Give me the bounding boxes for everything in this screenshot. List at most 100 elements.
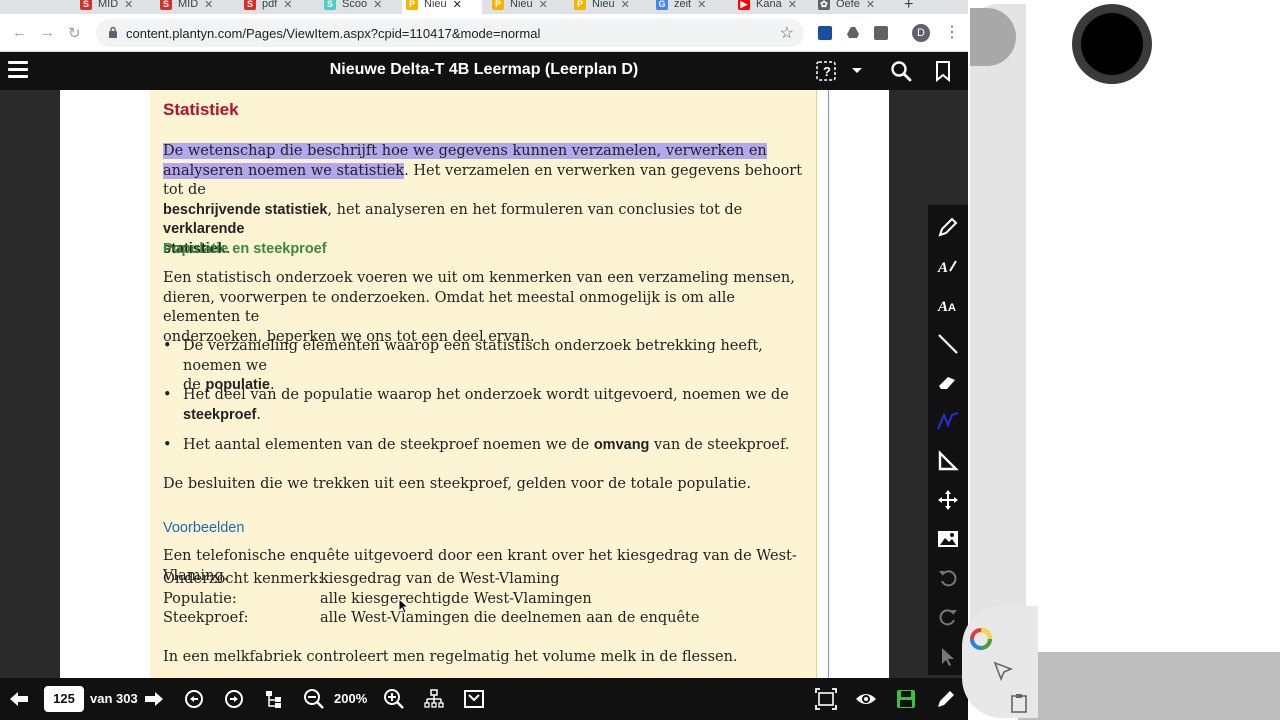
fit-page-icon[interactable] bbox=[463, 688, 485, 710]
bullet-text: Het deel van de populatie waarop het ond… bbox=[183, 387, 789, 403]
close-tab-icon[interactable]: ✕ bbox=[283, 0, 292, 11]
tab-favicon-icon: S bbox=[80, 0, 92, 10]
close-tab-icon[interactable]: ✕ bbox=[453, 0, 462, 11]
line-tool-icon[interactable] bbox=[936, 332, 960, 356]
text-pen-icon[interactable]: A bbox=[936, 253, 960, 277]
browser-tab-active[interactable]: P Nieu ✕ bbox=[402, 0, 482, 14]
page-count-label: van 303 bbox=[90, 691, 138, 706]
history-forward-icon[interactable] bbox=[223, 688, 245, 710]
text-tool-icon[interactable]: A A bbox=[936, 292, 960, 316]
reload-icon[interactable]: ↻ bbox=[68, 24, 81, 42]
bullet-text: De verzameling elementen waarop een stat… bbox=[183, 338, 763, 374]
bookmark-icon[interactable] bbox=[932, 60, 954, 82]
zoom-out-icon[interactable] bbox=[303, 688, 325, 710]
select-pointer-icon[interactable] bbox=[936, 645, 960, 669]
help-mode-icon[interactable]: ? bbox=[815, 60, 837, 82]
redo-icon[interactable] bbox=[936, 605, 960, 629]
browser-tab[interactable]: ✿ Oefe ✕ bbox=[814, 0, 879, 14]
fullscreen-icon[interactable] bbox=[815, 688, 837, 710]
page-number-input[interactable]: 125 bbox=[44, 686, 84, 712]
highlighted-text[interactable]: analyseren noemen we statistiek bbox=[163, 162, 405, 179]
extension-c-icon[interactable] bbox=[874, 26, 888, 40]
extension-icon[interactable] bbox=[818, 26, 832, 40]
paragraph: Een statistisch onderzoek voeren we uit … bbox=[163, 269, 803, 347]
app-header: Nieuwe Delta-T 4B Leermap (Leerplan D) ? bbox=[0, 52, 968, 90]
browser-tab[interactable]: P Nieu ✕ bbox=[488, 0, 552, 14]
svg-text:?: ? bbox=[823, 64, 831, 79]
tab-favicon-icon: S bbox=[244, 0, 256, 10]
drive-extension-icon[interactable] bbox=[846, 26, 860, 40]
edit-pencil-icon[interactable] bbox=[935, 688, 957, 710]
eraser-icon[interactable] bbox=[936, 370, 960, 394]
previous-page-arrow-icon[interactable] bbox=[8, 688, 30, 710]
browser-menu-icon[interactable]: ⋮ bbox=[944, 22, 960, 42]
close-tab-icon[interactable]: ✕ bbox=[539, 0, 548, 11]
save-icon[interactable] bbox=[895, 688, 917, 710]
undo-icon[interactable] bbox=[936, 566, 960, 590]
browser-tab[interactable]: S Scoo ✕ bbox=[320, 0, 386, 14]
browser-tab[interactable]: S pdf ✕ bbox=[240, 0, 297, 14]
tab-label: Nieu bbox=[510, 0, 533, 10]
drawing-panel-tools bbox=[962, 606, 1038, 718]
zoom-in-icon[interactable] bbox=[383, 688, 405, 710]
pointer-tool-icon[interactable] bbox=[992, 660, 1014, 682]
next-page-arrow-icon[interactable] bbox=[143, 688, 165, 710]
table-key: Steekproef: bbox=[163, 610, 249, 626]
table-of-contents-icon[interactable] bbox=[263, 688, 285, 710]
tab-label: MID bbox=[98, 0, 119, 10]
move-icon[interactable] bbox=[936, 488, 960, 512]
annotation-toolbar: A A A bbox=[928, 205, 968, 675]
close-tab-icon[interactable]: ✕ bbox=[697, 0, 706, 11]
browser-tab[interactable]: S MID ✕ bbox=[156, 0, 217, 14]
clipboard-icon[interactable] bbox=[1008, 692, 1030, 714]
url-text: content.plantyn.com/Pages/ViewItem.aspx?… bbox=[126, 26, 541, 41]
close-tab-icon[interactable]: ✕ bbox=[124, 0, 133, 11]
tab-label: Nieu bbox=[424, 0, 447, 10]
close-tab-icon[interactable]: ✕ bbox=[621, 0, 630, 11]
highlighted-text[interactable]: De wetenschap die beschrijft hoe we gege… bbox=[163, 143, 767, 159]
browser-tab[interactable]: P Nieu ✕ bbox=[570, 0, 634, 14]
table-value: kiesgedrag van de West-Vlaming bbox=[320, 571, 560, 587]
color-wheel-icon[interactable] bbox=[970, 628, 992, 650]
bullet-dot: • bbox=[163, 387, 172, 403]
tab-label: pdf bbox=[262, 0, 278, 10]
table-row: Populatie: alle kiesgerechtigde West-Vla… bbox=[163, 590, 803, 610]
table-key: Populatie: bbox=[163, 591, 237, 607]
pencil-icon[interactable] bbox=[936, 215, 960, 239]
close-tab-icon[interactable]: ✕ bbox=[373, 0, 382, 11]
browser-toolbar: ← → ↻ content.plantyn.com/Pages/ViewItem… bbox=[0, 14, 968, 52]
drawing-panel-footer bbox=[1018, 652, 1280, 720]
search-icon[interactable] bbox=[890, 60, 912, 82]
browser-tab[interactable]: G zeit ✕ bbox=[652, 0, 710, 14]
tab-label: zeit bbox=[674, 0, 692, 10]
address-bar[interactable]: content.plantyn.com/Pages/ViewItem.aspx?… bbox=[96, 19, 804, 47]
bullet-text: van de steekproef. bbox=[649, 437, 790, 453]
bookmark-star-icon[interactable]: ☆ bbox=[780, 23, 794, 43]
bullet-text: Het aantal elementen van de steekproef n… bbox=[183, 437, 594, 453]
visibility-eye-icon[interactable] bbox=[855, 688, 877, 710]
paragraph-line: Een statistisch onderzoek voeren we uit … bbox=[163, 270, 795, 286]
table-value: alle West-Vlamingen die deelnemen aan de… bbox=[320, 610, 700, 626]
close-tab-icon[interactable]: ✕ bbox=[788, 0, 797, 11]
network-icon[interactable] bbox=[423, 688, 445, 710]
color-swatch-black[interactable] bbox=[1072, 4, 1152, 84]
tab-favicon-icon: S bbox=[160, 0, 172, 10]
history-back-icon[interactable] bbox=[183, 688, 205, 710]
forward-arrow-icon[interactable]: → bbox=[40, 24, 55, 41]
dropdown-caret-icon[interactable] bbox=[850, 60, 864, 82]
image-icon[interactable] bbox=[936, 527, 960, 551]
close-tab-icon[interactable]: ✕ bbox=[866, 0, 875, 11]
profile-avatar[interactable]: D bbox=[912, 24, 930, 42]
browser-tab-strip: S MID ✕ S MID ✕ S pdf ✕ S Scoo ✕ P Nieu ✕ P N… bbox=[0, 0, 968, 14]
freehand-tool-icon[interactable] bbox=[936, 409, 960, 433]
ruler-triangle-icon[interactable] bbox=[936, 449, 960, 473]
bullet-dot: • bbox=[163, 338, 172, 354]
new-tab-icon[interactable]: + bbox=[904, 0, 913, 14]
browser-tab[interactable]: S MID ✕ bbox=[76, 0, 137, 14]
tab-favicon-icon: P bbox=[492, 0, 504, 10]
paragraph-line: dieren, voorwerpen te onderzoeken. Omdat… bbox=[163, 289, 735, 326]
document-viewer[interactable]: Statistiek De wetenschap die beschrijft … bbox=[0, 90, 968, 678]
close-tab-icon[interactable]: ✕ bbox=[204, 0, 213, 11]
browser-tab[interactable]: ▶ Kana ✕ bbox=[734, 0, 801, 14]
back-arrow-icon[interactable]: ← bbox=[12, 24, 27, 41]
